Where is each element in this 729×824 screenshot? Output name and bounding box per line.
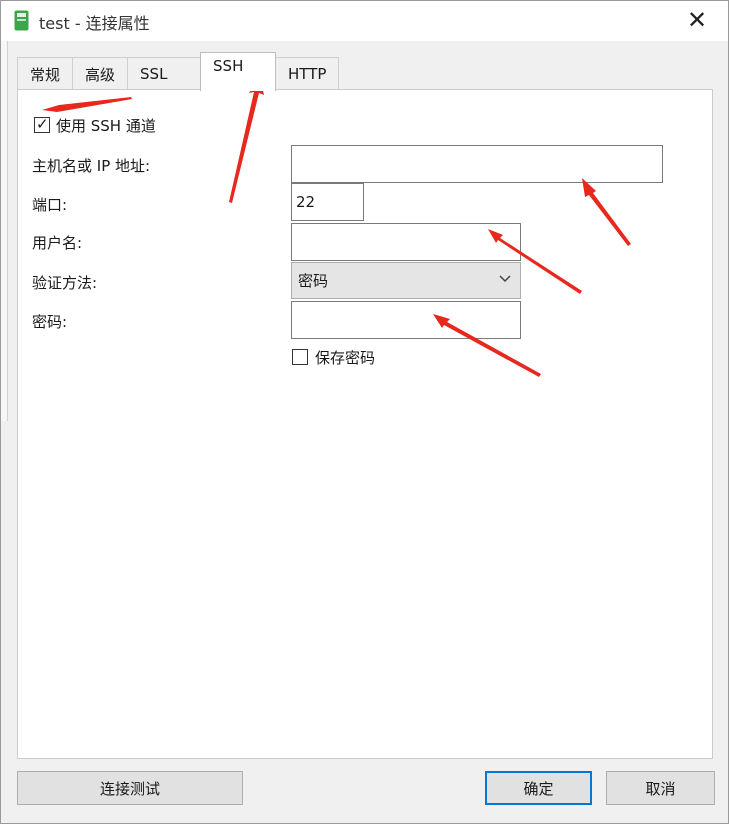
close-button[interactable]: ✕ — [684, 7, 710, 33]
host-input[interactable] — [291, 145, 663, 183]
username-input[interactable] — [291, 223, 521, 261]
checkbox-icon: ✓ — [36, 115, 49, 133]
port-input[interactable]: 22 — [291, 183, 364, 221]
window-title: test - 连接属性 — [39, 14, 150, 33]
app-icon — [14, 10, 29, 31]
auth-method-value: 密码 — [298, 272, 329, 290]
username-label: 用户名: — [32, 234, 83, 252]
background-window-edge — [1, 41, 8, 421]
host-label: 主机名或 IP 地址: — [32, 157, 151, 175]
tab-ssh[interactable]: SSH — [200, 52, 277, 91]
cancel-button[interactable]: 取消 — [606, 771, 715, 805]
tab-http[interactable]: HTTP — [275, 57, 340, 90]
close-icon: ✕ — [686, 6, 708, 34]
password-label: 密码: — [32, 313, 68, 331]
tab-ssl[interactable]: SSL — [127, 57, 202, 90]
auth-method-label: 验证方法: — [32, 274, 98, 292]
connection-properties-dialog: test - 连接属性 ✕ 常规 高级 SSL SSH HTTP ✓ 使用 SS… — [0, 0, 729, 824]
tab-general[interactable]: 常规 — [17, 57, 74, 90]
ok-button[interactable]: 确定 — [485, 771, 592, 805]
test-connection-button[interactable]: 连接测试 — [17, 771, 243, 805]
tab-advanced[interactable]: 高级 — [72, 57, 129, 90]
save-password-label: 保存密码 — [315, 349, 376, 367]
port-label: 端口: — [32, 196, 68, 214]
use-ssh-label: 使用 SSH 通道 — [56, 117, 156, 135]
save-password-checkbox[interactable] — [292, 349, 308, 365]
use-ssh-checkbox[interactable]: ✓ — [34, 115, 50, 133]
password-input[interactable] — [291, 301, 521, 339]
title-bar[interactable]: test - 连接属性 ✕ — [1, 1, 728, 41]
ssh-settings-panel — [17, 89, 713, 759]
chevron-down-icon — [499, 275, 511, 283]
auth-method-select[interactable]: 密码 — [291, 262, 521, 299]
tab-strip: 常规 高级 SSL SSH HTTP — [17, 52, 340, 91]
